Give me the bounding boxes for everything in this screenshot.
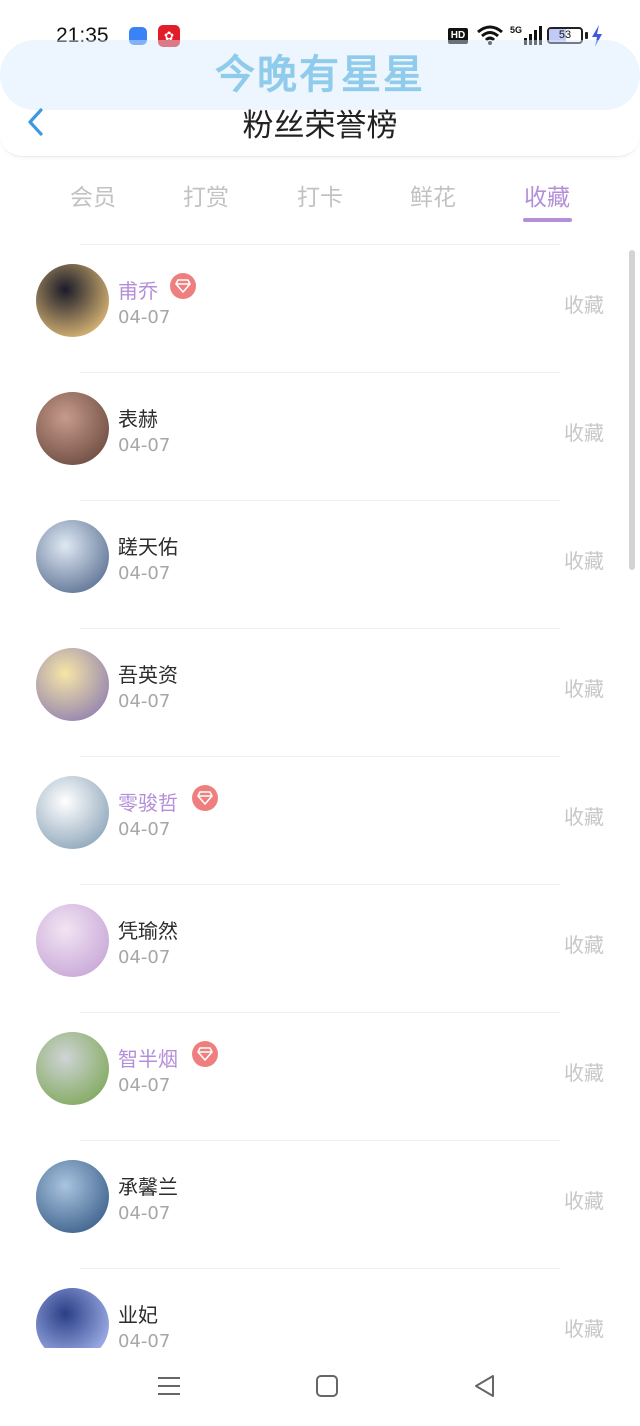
back-triangle-icon[interactable] xyxy=(469,1370,501,1402)
diamond-badge-icon xyxy=(192,1041,218,1067)
tab-favorites[interactable]: 收藏 xyxy=(490,178,604,212)
diamond-badge-icon xyxy=(192,785,218,811)
fan-name[interactable]: 零骏哲 xyxy=(118,787,178,816)
avatar[interactable] xyxy=(36,264,109,337)
fan-name[interactable]: 蹉天佑 xyxy=(118,531,178,560)
menu-icon[interactable] xyxy=(153,1370,185,1402)
fan-date: 04-07 xyxy=(118,1075,171,1096)
fan-date: 04-07 xyxy=(118,1203,171,1224)
active-tab-indicator xyxy=(523,218,572,222)
fan-name[interactable]: 凭瑜然 xyxy=(118,915,178,944)
diamond-badge-icon xyxy=(170,273,196,299)
list-item[interactable]: 智半烟 04-07 收藏 xyxy=(0,1013,640,1141)
fan-date: 04-07 xyxy=(118,563,171,584)
avatar[interactable] xyxy=(36,1032,109,1105)
fan-action-label: 收藏 xyxy=(564,933,604,957)
avatar[interactable] xyxy=(36,392,109,465)
header: 今晚有星星 粉丝荣誉榜 xyxy=(0,0,640,157)
fan-date: 04-07 xyxy=(118,947,171,968)
avatar[interactable] xyxy=(36,520,109,593)
fan-list: 甫乔 04-07 收藏 表赫 04-07 收藏 蹉天佑 04-07 收藏 吾英资 04-07 收藏 零骏… xyxy=(0,245,640,1397)
tab-flowers[interactable]: 鲜花 xyxy=(376,178,490,212)
fan-action-label: 收藏 xyxy=(564,549,604,573)
fan-name[interactable]: 甫乔 xyxy=(118,275,158,304)
list-item[interactable]: 吾英资 04-07 收藏 xyxy=(0,629,640,757)
avatar[interactable] xyxy=(36,904,109,977)
avatar[interactable] xyxy=(36,776,109,849)
page-title: 粉丝荣誉榜 xyxy=(242,108,398,144)
fan-name[interactable]: 表赫 xyxy=(118,403,158,432)
fan-action-label: 收藏 xyxy=(564,1189,604,1213)
fan-action-label: 收藏 xyxy=(564,1317,604,1341)
fan-date: 04-07 xyxy=(118,691,171,712)
fan-name[interactable]: 业妃 xyxy=(118,1299,158,1328)
system-nav-bar xyxy=(0,1348,640,1426)
fan-action-label: 收藏 xyxy=(564,1061,604,1085)
avatar[interactable] xyxy=(36,1160,109,1233)
tab-tips[interactable]: 打赏 xyxy=(149,178,263,212)
list-item[interactable]: 表赫 04-07 收藏 xyxy=(0,373,640,501)
fan-name[interactable]: 智半烟 xyxy=(118,1043,178,1072)
fan-action-label: 收藏 xyxy=(564,805,604,829)
fan-date: 04-07 xyxy=(118,307,171,328)
tab-members[interactable]: 会员 xyxy=(36,178,150,212)
fan-action-label: 收藏 xyxy=(564,677,604,701)
fan-action-label: 收藏 xyxy=(564,421,604,445)
list-item[interactable]: 零骏哲 04-07 收藏 xyxy=(0,757,640,885)
fan-name[interactable]: 承馨兰 xyxy=(118,1171,178,1200)
fan-name[interactable]: 吾英资 xyxy=(118,659,178,688)
home-square-icon[interactable] xyxy=(311,1370,343,1402)
tab-checkin[interactable]: 打卡 xyxy=(263,178,377,212)
fan-date: 04-07 xyxy=(118,819,171,840)
list-item[interactable]: 凭瑜然 04-07 收藏 xyxy=(0,885,640,1013)
list-item[interactable]: 蹉天佑 04-07 收藏 xyxy=(0,501,640,629)
list-item[interactable]: 甫乔 04-07 收藏 xyxy=(0,245,640,373)
fan-action-label: 收藏 xyxy=(564,293,604,317)
fan-date: 04-07 xyxy=(118,435,171,456)
avatar[interactable] xyxy=(36,648,109,721)
list-item[interactable]: 承馨兰 04-07 收藏 xyxy=(0,1141,640,1269)
tab-bar: 会员 打赏 打卡 鲜花 收藏 xyxy=(36,170,604,230)
scrollbar[interactable] xyxy=(629,250,635,570)
